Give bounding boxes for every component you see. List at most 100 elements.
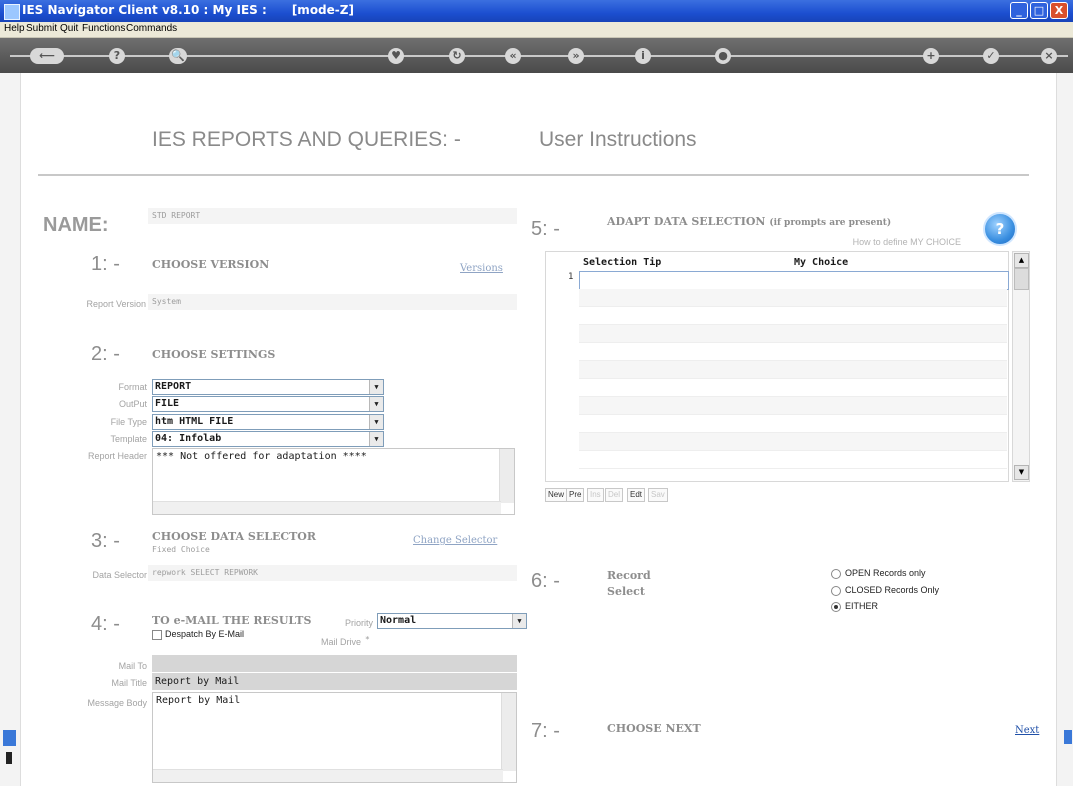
check-icon[interactable]: ✓ [983,48,999,64]
report-version-label: Report Version [86,299,146,309]
grid-scrollbar[interactable]: ▲ ▼ [1012,251,1030,482]
right-edge [1059,730,1073,786]
file-type-select[interactable]: htm HTML FILE ▼ [152,414,384,430]
window-titlebar: IES Navigator Client v8.10 : My IES : [m… [0,0,1073,22]
menu-quit[interactable]: Quit [60,23,78,34]
main-panel: IES REPORTS AND QUERIES: - User Instruct… [20,73,1057,786]
message-body-text: Report by Mail [156,695,241,706]
radio-closed-label: CLOSED Records Only [845,585,940,595]
chevron-down-icon: ▼ [369,397,383,411]
del-row-button[interactable]: Del [605,488,624,502]
step3-label: CHOOSE DATA SELECTOR [152,530,317,543]
step3-number: 3: - [91,530,120,552]
step1-label: CHOOSE VERSION [152,258,270,271]
menu-functions[interactable]: Functions [82,23,125,34]
data-selector-field[interactable]: repwork SELECT REPWORK [148,565,517,581]
close-window-button[interactable]: X [1050,2,1068,19]
scroll-up-icon[interactable]: ▲ [1014,253,1029,268]
sav-row-button[interactable]: Sav [648,488,668,502]
grid-row[interactable] [579,451,1007,469]
versions-link[interactable]: Versions [460,263,503,274]
grid-row[interactable] [579,271,1009,290]
priority-select[interactable]: Normal ▼ [377,613,527,629]
window-title: IES Navigator Client v8.10 : My IES : [m… [22,3,354,17]
menu-help[interactable]: Help [4,23,25,34]
help-icon[interactable]: ? [983,212,1017,246]
file-type-label: File Type [110,417,147,427]
template-label: Template [110,434,147,444]
rewind-icon[interactable]: « [505,48,521,64]
help-icon[interactable]: ? [109,48,125,64]
radio-button [831,568,841,579]
message-body-textarea[interactable]: Report by Mail [152,692,517,783]
maximize-button[interactable]: □ [1030,2,1048,19]
template-select[interactable]: 04: Infolab ▼ [152,431,384,447]
edit-row-button[interactable]: Edt [627,488,646,502]
step2-label: CHOOSE SETTINGS [152,348,276,361]
refresh-icon[interactable]: ↻ [449,48,465,64]
search-icon[interactable]: 🔍 [169,48,187,64]
scroll-thumb[interactable] [1014,268,1029,290]
grid-row[interactable] [579,307,1007,325]
pre-row-button[interactable]: Pre [566,488,585,502]
scroll-down-icon[interactable]: ▼ [1014,465,1029,480]
chevron-down-icon: ▼ [512,614,526,628]
format-value: REPORT [155,381,192,392]
horizontal-scrollbar[interactable] [153,501,501,514]
how-to-define-link[interactable]: How to define MY CHOICE [811,237,961,247]
report-header-text: *** Not offered for adaptation **** [156,451,367,462]
menu-commands[interactable]: Commands [126,23,177,34]
toolbar: ⟵ ? 🔍 ♥ ↻ « » i ● + ✓ × [0,38,1073,73]
name-field[interactable]: STD REPORT [148,208,517,224]
next-link[interactable]: Next [1015,725,1039,736]
step2-number: 2: - [91,343,120,365]
despatch-email-checkbox[interactable]: Despatch By E-Mail [152,629,244,640]
vertical-scrollbar[interactable] [501,693,516,771]
grid-row[interactable] [579,433,1007,451]
plus-icon[interactable]: + [923,48,939,64]
circle-icon[interactable]: ● [715,48,731,64]
side-tab[interactable] [3,730,16,746]
close-icon[interactable]: × [1041,48,1057,64]
info-icon[interactable]: i [635,48,651,64]
col-selection-tip: Selection Tip [583,257,662,268]
back-arrow-icon[interactable]: ⟵ [30,48,64,64]
data-selector-type: Fixed Choice [152,545,210,554]
radio-either[interactable]: EITHER [831,601,878,612]
format-select[interactable]: REPORT ▼ [152,379,384,395]
side-tab[interactable] [1064,730,1072,744]
menu-submit[interactable]: Submit [26,23,57,34]
template-value: 04: Infolab [155,433,222,444]
grid-row[interactable] [579,397,1007,415]
change-selector-link[interactable]: Change Selector [413,535,497,546]
data-selector-label: Data Selector [92,570,147,580]
chevron-down-icon: ▼ [369,432,383,446]
horizontal-scrollbar[interactable] [153,769,503,782]
header-divider [38,174,1029,176]
mail-to-field[interactable] [152,655,517,672]
step1-number: 1: - [91,253,120,275]
output-select[interactable]: FILE ▼ [152,396,384,412]
chevron-down-icon: ▼ [369,415,383,429]
heart-icon[interactable]: ♥ [388,48,404,64]
vertical-scrollbar[interactable] [499,449,514,503]
menubar: Help Submit Quit Functions Commands [0,22,1073,38]
grid-row[interactable] [579,361,1007,379]
new-row-button[interactable]: New [545,488,568,502]
page-subtitle: User Instructions [539,128,697,151]
report-header-textarea[interactable]: *** Not offered for adaptation **** [152,448,515,515]
mail-title-field[interactable]: Report by Mail [152,673,517,690]
minimize-button[interactable]: _ [1010,2,1028,19]
grid-row[interactable] [579,289,1007,307]
report-version-field[interactable]: System [148,294,517,310]
grid-row[interactable] [579,325,1007,343]
format-label: Format [118,382,147,392]
grid-row[interactable] [579,415,1007,433]
ins-row-button[interactable]: Ins [587,488,604,502]
grid-row[interactable] [579,379,1007,397]
grid-row[interactable] [579,343,1007,361]
radio-closed-records[interactable]: CLOSED Records Only [831,585,939,596]
priority-label: Priority [344,618,373,628]
radio-open-records[interactable]: OPEN Records only [831,568,926,579]
forward-icon[interactable]: » [568,48,584,64]
